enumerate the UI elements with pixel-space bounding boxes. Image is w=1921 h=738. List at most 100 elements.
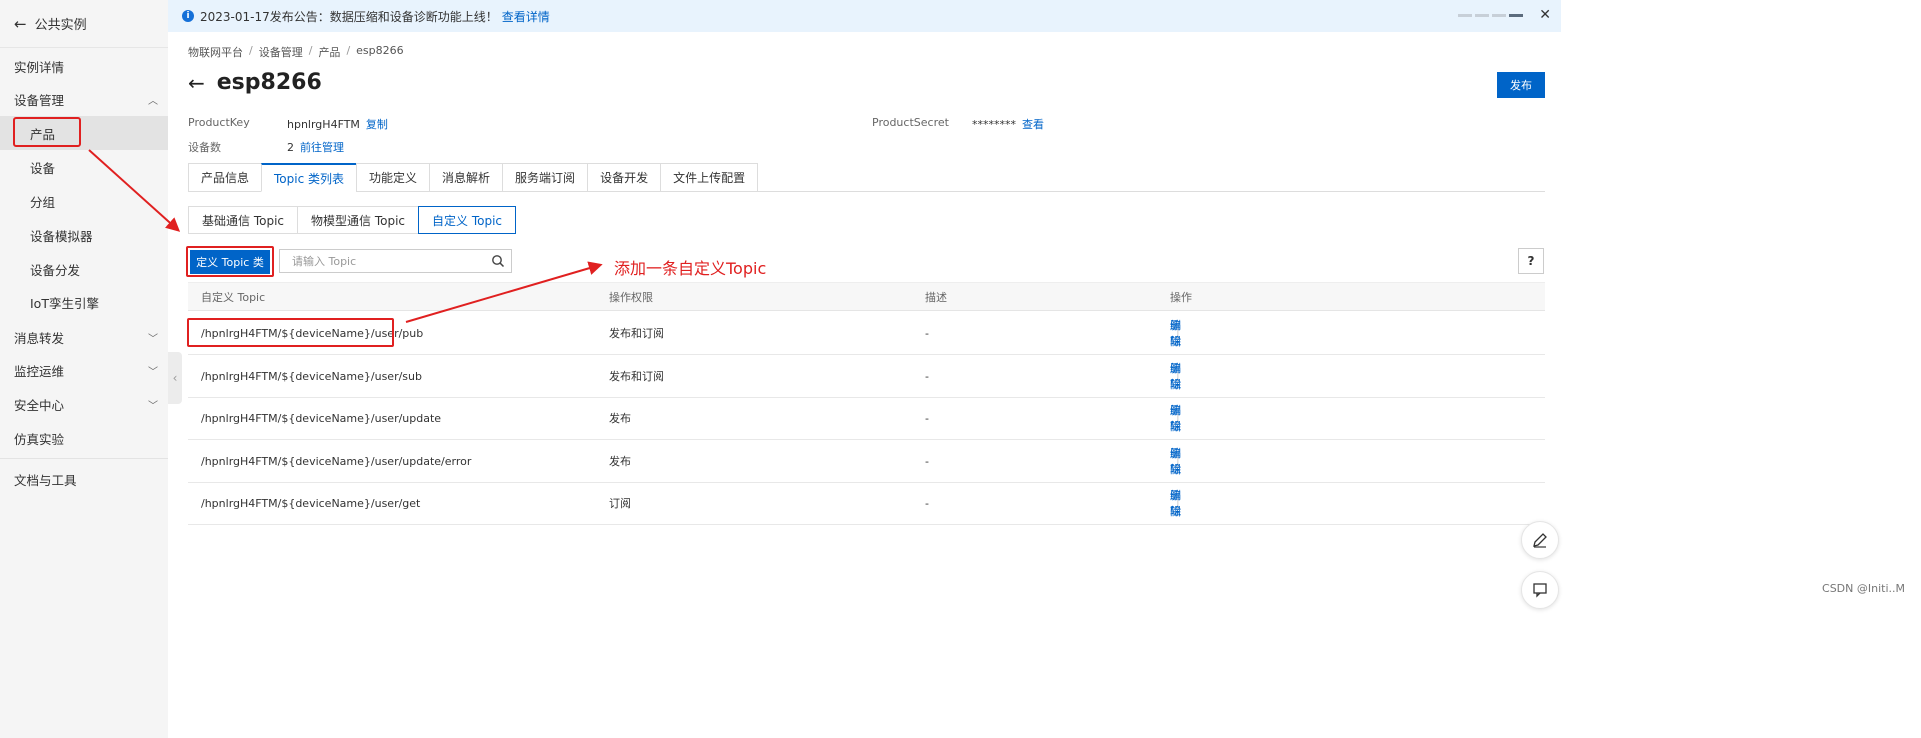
page-header: ← esp8266 — [188, 70, 322, 95]
subtab-basic-topic[interactable]: 基础通信 Topic — [188, 206, 297, 234]
device-count-value: 2 — [287, 141, 294, 154]
breadcrumb-item[interactable]: 产品 — [318, 44, 340, 60]
announcement-text: 2023-01-17发布公告：数据压缩和设备诊断功能上线！ — [200, 9, 498, 24]
product-secret-label: ProductSecret — [872, 116, 949, 129]
breadcrumb-separator: / — [308, 44, 313, 57]
chevron-left-icon: ‹ — [172, 371, 178, 385]
back-arrow-icon[interactable]: ← — [188, 71, 205, 95]
sidebar-item-label: 设备 — [30, 160, 56, 176]
description-cell: - — [925, 326, 929, 340]
delete-link[interactable]: 删除 — [1170, 397, 1181, 439]
tab-file-upload-config[interactable]: 文件上传配置 — [660, 163, 759, 192]
breadcrumb-separator: / — [346, 44, 351, 57]
permission-cell: 发布和订阅 — [609, 327, 664, 340]
chat-icon — [1533, 583, 1547, 598]
sidebar-item-label: 设备管理 — [14, 92, 65, 108]
subtab-custom-topic[interactable]: 自定义 Topic — [418, 206, 516, 234]
chevron-down-icon: ﹀ — [148, 366, 158, 378]
breadcrumb: 物联网平台 / 设备管理 / 产品 / esp8266 — [188, 44, 404, 60]
sidebar-item-message-forwarding[interactable]: 消息转发 ﹀ — [0, 320, 168, 354]
watermark: CSDN @Initi..M — [1822, 582, 1905, 595]
column-header-description: 描述 — [925, 290, 947, 304]
tab-server-subscription[interactable]: 服务端订阅 — [502, 163, 588, 192]
back-label: 公共实例 — [34, 18, 87, 33]
sidebar-item-device-distribution[interactable]: 设备分发 — [0, 252, 168, 286]
subtab-thing-model-topic[interactable]: 物模型通信 Topic — [297, 206, 418, 234]
view-secret-link[interactable]: 查看 — [1022, 118, 1044, 131]
sidebar-item-docs-tools[interactable]: 文档与工具 — [0, 462, 168, 496]
sidebar-item-label: 仿真实验 — [14, 431, 65, 447]
chevron-down-icon: ﹀ — [148, 400, 158, 412]
tab-topic-list[interactable]: Topic 类列表 — [261, 163, 357, 192]
sidebar-item-label: 消息转发 — [14, 330, 65, 346]
table-row: /hpnlrgH4FTM/${deviceName}/user/update/e… — [188, 440, 1545, 483]
column-header-permission: 操作权限 — [609, 290, 653, 304]
sidebar-item-label: 设备分发 — [30, 262, 81, 278]
sidebar-item-label: 监控运维 — [14, 363, 65, 379]
delete-link[interactable]: 删除 — [1170, 482, 1181, 524]
description-cell: - — [925, 369, 929, 383]
sidebar-item-devices[interactable]: 设备 — [0, 150, 168, 184]
breadcrumb-item[interactable]: 物联网平台 — [188, 44, 243, 60]
carousel-indicator[interactable] — [1458, 14, 1523, 17]
breadcrumb-current: esp8266 — [356, 44, 404, 57]
topic-subtabs: 基础通信 Topic 物模型通信 Topic 自定义 Topic — [188, 206, 516, 234]
permission-cell: 发布 — [609, 412, 631, 425]
column-header-actions: 操作 — [1170, 290, 1192, 304]
table-row: /hpnlrgH4FTM/${deviceName}/user/get 订阅 -… — [188, 482, 1545, 525]
tab-message-parsing[interactable]: 消息解析 — [429, 163, 503, 192]
manage-devices-link[interactable]: 前往管理 — [300, 141, 344, 154]
device-count-field: 2 前往管理 — [287, 139, 344, 155]
description-cell: - — [925, 411, 929, 425]
search-placeholder: 请输入 Topic — [292, 255, 357, 268]
announcement-details-link[interactable]: 查看详情 — [502, 8, 550, 25]
sidebar-item-simulation-lab[interactable]: 仿真实验 — [0, 421, 168, 455]
chevron-down-icon: ﹀ — [148, 333, 158, 345]
description-cell: - — [925, 496, 929, 510]
close-icon[interactable]: ✕ — [1539, 7, 1551, 23]
delete-link[interactable]: 删除 — [1170, 312, 1181, 354]
back-to-instances[interactable]: ← 公共实例 — [0, 0, 168, 48]
topic-row-highlight — [187, 318, 394, 347]
sidebar-item-label: 安全中心 — [14, 397, 65, 413]
delete-link[interactable]: 删除 — [1170, 355, 1181, 397]
breadcrumb-separator: / — [249, 44, 253, 57]
topic-cell: /hpnlrgH4FTM/${deviceName}/user/get — [201, 496, 421, 510]
table-row: /hpnlrgH4FTM/${deviceName}/user/update 发… — [188, 397, 1545, 440]
topic-search-input[interactable]: 请输入 Topic — [279, 249, 512, 273]
product-key-label: ProductKey — [188, 116, 250, 129]
tab-device-development[interactable]: 设备开发 — [587, 163, 661, 192]
publish-button[interactable]: 发布 — [1497, 72, 1545, 98]
sidebar-item-security[interactable]: 安全中心 ﹀ — [0, 387, 168, 421]
permission-cell: 发布和订阅 — [609, 370, 664, 383]
sidebar-item-device-management[interactable]: 设备管理 ︿ — [0, 82, 168, 116]
search-icon[interactable] — [491, 254, 505, 268]
chat-button[interactable] — [1521, 571, 1559, 609]
description-cell: - — [925, 454, 929, 468]
sidebar: ← 公共实例 实例详情 设备管理 ︿ 产品 设备 分组 设备模拟器 设备分发 Io… — [0, 0, 168, 738]
help-button[interactable]: ? — [1518, 248, 1544, 274]
copy-link[interactable]: 复制 — [366, 118, 388, 131]
sidebar-item-label: 设备模拟器 — [30, 228, 93, 244]
delete-link[interactable]: 删除 — [1170, 440, 1181, 482]
sidebar-item-groups[interactable]: 分组 — [0, 184, 168, 218]
feedback-edit-button[interactable] — [1521, 521, 1559, 559]
announcement-bar: i 2023-01-17发布公告：数据压缩和设备诊断功能上线！ 查看详情 ✕ — [168, 0, 1561, 32]
sidebar-item-instance-details[interactable]: 实例详情 — [0, 49, 168, 83]
sidebar-item-label: IoT孪生引擎 — [30, 295, 99, 311]
sidebar-item-device-simulator[interactable]: 设备模拟器 — [0, 218, 168, 252]
sidebar-item-iot-twin[interactable]: IoT孪生引擎 — [0, 285, 168, 319]
sidebar-item-label: 产品 — [30, 126, 56, 142]
tab-function-definition[interactable]: 功能定义 — [356, 163, 430, 192]
product-secret-value: ******** — [972, 118, 1016, 131]
sidebar-item-label: 分组 — [30, 194, 56, 210]
sidebar-item-monitoring[interactable]: 监控运维 ﹀ — [0, 353, 168, 387]
sidebar-collapse-handle[interactable]: ‹ — [168, 352, 182, 404]
breadcrumb-item[interactable]: 设备管理 — [259, 44, 303, 60]
sidebar-item-label: 文档与工具 — [14, 472, 77, 488]
topic-cell: /hpnlrgH4FTM/${deviceName}/user/sub — [201, 369, 422, 383]
sidebar-item-products[interactable]: 产品 — [0, 116, 168, 150]
product-tabs: 产品信息 Topic 类列表 功能定义 消息解析 服务端订阅 设备开发 文件上传… — [188, 163, 759, 192]
tab-product-info[interactable]: 产品信息 — [188, 163, 262, 192]
topic-cell: /hpnlrgH4FTM/${deviceName}/user/update — [201, 411, 442, 425]
